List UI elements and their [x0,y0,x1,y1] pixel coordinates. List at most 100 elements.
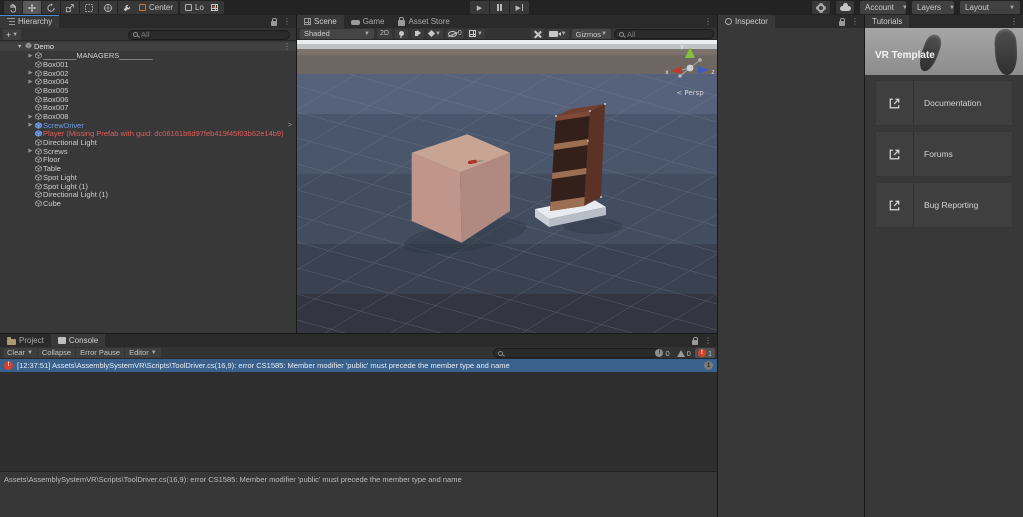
transform-tool-button[interactable] [99,1,117,14]
rect-tool-button[interactable] [80,1,98,14]
hierarchy-item-screwdriver[interactable]: ▶ ScrewDriver > [0,121,296,130]
collapse-button[interactable]: Collapse [37,347,76,358]
gizmos-dropdown[interactable]: Gizmos ▼ [571,29,611,39]
expand-arrow-icon[interactable]: ▶ [27,79,34,85]
tab-scene[interactable]: Scene [297,15,344,28]
tab-hierarchy[interactable]: Hierarchy [0,15,60,28]
layout-dropdown[interactable]: Layout ▼ [960,1,1020,14]
gizmo-center[interactable] [686,64,694,72]
grid-snap-button[interactable] [204,1,224,14]
rotate-tool-button[interactable] [42,1,60,14]
hierarchy-search-input[interactable] [141,30,285,39]
tab-inspector[interactable]: Inspector [718,15,775,28]
tab-project[interactable]: Project [0,334,51,347]
error-pause-button[interactable]: Error Pause [76,347,125,358]
hand-tool-button[interactable] [4,1,22,14]
tutorial-card-forums[interactable]: Forums [875,131,1013,177]
panel-menu-icon[interactable]: ⋮ [702,17,714,26]
play-button[interactable]: ▶ [470,1,489,14]
create-object-button[interactable]: + ▼ [3,29,21,40]
tab-game[interactable]: Game [344,15,392,28]
account-dropdown[interactable]: Account ▼ [860,1,908,14]
cloud-button[interactable] [836,1,854,14]
component-tools-button[interactable] [530,29,544,39]
console-error-entry[interactable]: ! [12:37:51] Assets\AssemblySystemVR\Scr… [0,359,717,372]
clear-button[interactable]: Clear ▼ [3,347,37,358]
console-search-input[interactable] [506,348,656,358]
lock-icon[interactable] [271,17,277,26]
scene-visibility-toggle[interactable]: 0 [445,28,464,39]
warning-count-toggle[interactable]: 0 [674,348,694,358]
hierarchy-item-player-missing-prefab-with-g[interactable]: Player (Missing Prefab with guid: dc0616… [0,129,296,138]
expand-arrow-icon[interactable]: ▶ [27,122,34,128]
hierarchy-item-label: Screws [43,146,68,156]
hierarchy-item-spot-light-1[interactable]: Spot Light (1) [0,182,296,191]
expand-arrow-icon[interactable]: ▶ [27,114,34,120]
hierarchy-item-table[interactable]: Table [0,164,296,173]
scene-search-input[interactable] [627,29,709,39]
projection-label[interactable]: < Persp [676,89,704,97]
2d-toggle[interactable]: 2D [377,28,392,39]
scene-viewport-canvas[interactable]: x z y < Persp [297,40,717,333]
expand-arrow-icon[interactable]: ▶ [27,53,34,59]
hierarchy-item-managers[interactable]: ▶ ________MANAGERS________ [0,51,296,60]
tab-asset-store[interactable]: Asset Store [391,15,456,28]
info-count-toggle[interactable]: ! 0 [652,348,672,358]
tutorial-card-bug-reporting[interactable]: Bug Reporting [875,182,1013,228]
hierarchy-item-box001[interactable]: Box001 [0,60,296,69]
console-search[interactable] [493,348,661,358]
scene-lighting-toggle[interactable] [394,28,408,39]
layers-dropdown[interactable]: Layers ▼ [912,1,955,14]
hierarchy-item-directional-light[interactable]: Directional Light [0,138,296,147]
panel-menu-icon[interactable]: ⋮ [1008,17,1020,26]
step-button[interactable]: ▶ [510,1,529,14]
expand-arrow-icon[interactable]: ▶ [27,70,34,76]
pivot-center-button[interactable]: Center [134,1,179,14]
scene-header-row[interactable]: ▼ Demo ⋮ [0,42,296,52]
tab-tutorials[interactable]: Tutorials [865,15,910,28]
hierarchy-item-label: Directional Light [43,138,97,148]
shading-mode-dropdown[interactable]: Shaded ▼ [300,28,374,39]
gameobject-icon [34,148,43,155]
banner-title: VR Template [875,50,935,61]
tutorial-card-documentation[interactable]: Documentation [875,80,1013,126]
hierarchy-item-box004[interactable]: ▶ Box004 [0,77,296,86]
editor-button[interactable]: Editor ▼ [125,347,161,358]
hierarchy-item-box002[interactable]: ▶ Box002 [0,69,296,78]
pause-button[interactable] [490,1,509,14]
prefab-open-chevron-icon[interactable]: > [288,122,292,129]
scale-tool-button[interactable] [61,1,79,14]
panel-menu-icon[interactable]: ⋮ [702,336,714,345]
tab-console[interactable]: Console [50,334,106,347]
move-tool-button[interactable] [23,1,41,14]
expand-arrow-icon[interactable]: ▶ [27,148,34,154]
hierarchy-item-floor[interactable]: Floor [0,155,296,164]
scene-audio-toggle[interactable] [410,28,424,39]
panel-menu-icon[interactable]: ⋮ [849,17,861,26]
scene-effects-dropdown[interactable]: ▼ [426,28,443,39]
scene-menu-icon[interactable]: ⋮ [281,42,293,51]
panel-menu-icon[interactable]: ⋮ [281,17,293,26]
hierarchy-item-directional-light-1[interactable]: Directional Light (1) [0,190,296,199]
hierarchy-item-screws[interactable]: ▶ Screws [0,147,296,156]
hierarchy-search[interactable] [128,29,290,40]
hierarchy-item-spot-light[interactable]: Spot Light [0,173,296,182]
hierarchy-item-box008[interactable]: ▶ Box008 [0,112,296,121]
tutorials-tab-label: Tutorials [872,17,903,26]
grid-visibility-dropdown[interactable]: ▼ [466,28,485,39]
hierarchy-item-box007[interactable]: Box007 [0,103,296,112]
lock-icon[interactable] [692,336,698,345]
hierarchy-item-cube[interactable]: Cube [0,199,296,208]
scene-search[interactable] [614,29,714,39]
hierarchy-item-box005[interactable]: Box005 [0,86,296,95]
error-count-toggle[interactable]: ! 1 [694,348,715,358]
chevron-down-icon: ▼ [901,4,908,11]
external-link-icon [876,183,914,227]
scene-camera-dropdown[interactable]: ▼ [546,29,569,39]
lock-icon[interactable] [839,17,845,26]
hierarchy-item-box006[interactable]: Box006 [0,95,296,104]
console-count-badges: ! 0 0 ! 1 [652,348,715,358]
collapse-arrow-icon[interactable]: ▼ [17,44,25,50]
shelf-object[interactable] [550,103,606,211]
services-button[interactable] [812,1,830,14]
